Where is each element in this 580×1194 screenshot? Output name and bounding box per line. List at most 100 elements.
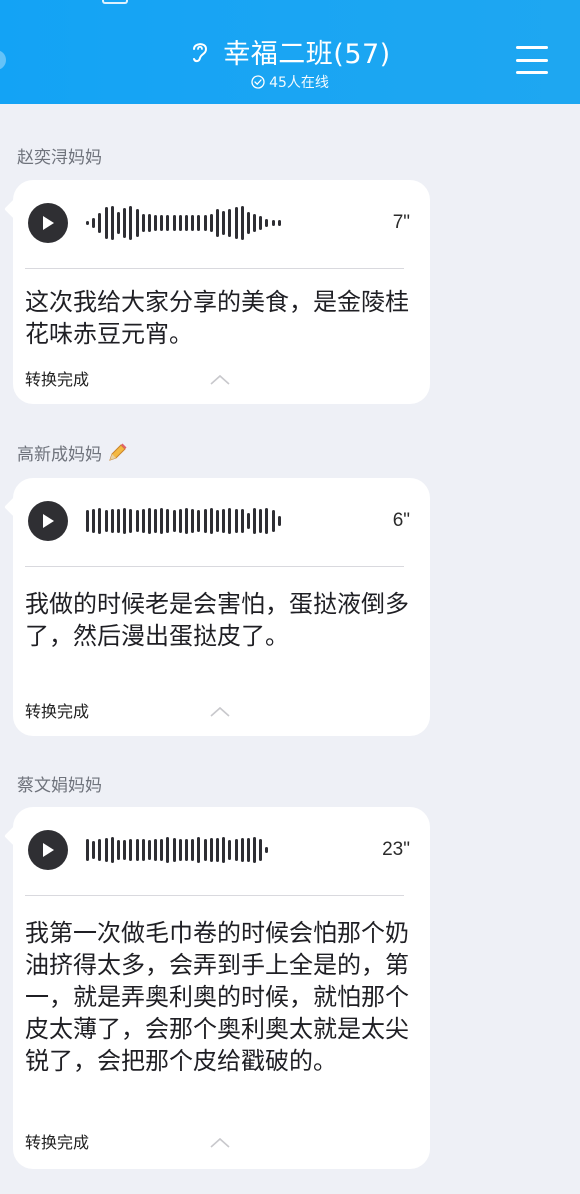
waveform-bar <box>98 839 102 861</box>
waveform-bar <box>116 509 120 533</box>
voice-player[interactable]: 7" <box>28 202 410 244</box>
waveform-bar <box>98 508 102 534</box>
waveform-bar <box>209 508 213 534</box>
waveform-bar <box>110 206 114 240</box>
waveform-bar <box>277 220 281 226</box>
waveform-bar <box>228 508 232 534</box>
waveform-bar <box>185 508 188 534</box>
waveform-bar <box>277 516 281 526</box>
waveform-bar <box>222 509 226 533</box>
waveform-bar <box>86 221 89 225</box>
online-status: 45人在线 <box>0 72 580 92</box>
waveform-bar <box>259 509 263 533</box>
waveform-bar <box>110 837 114 863</box>
waveform-bar <box>172 215 176 231</box>
chevron-up-icon[interactable] <box>209 372 231 386</box>
waveform-bar <box>265 508 269 534</box>
chevron-up-icon[interactable] <box>209 1135 231 1149</box>
waveform-bar <box>166 837 170 863</box>
divider <box>25 268 404 269</box>
play-button[interactable] <box>28 203 68 243</box>
waveform-bar <box>178 839 182 861</box>
voice-player[interactable]: 6" <box>28 500 410 542</box>
group-title[interactable]: 幸福二班(57) <box>223 32 390 71</box>
waveform-bar <box>253 508 257 534</box>
ear-icon[interactable] <box>189 39 211 65</box>
play-button[interactable] <box>28 830 68 870</box>
waveform-bar <box>222 211 226 235</box>
waveform-bar <box>123 508 127 534</box>
voice-message[interactable]: 7" 这次我给大家分享的美食，是金陵桂花味赤豆元宵。 转换完成 <box>13 180 430 404</box>
waveform-bar <box>203 839 207 861</box>
waveform-bar <box>160 215 164 231</box>
waveform-bar <box>92 841 96 859</box>
chat-header: 幸福二班(57) 45人在线 <box>0 0 580 104</box>
waveform-bar <box>234 839 238 861</box>
online-count: 45人在线 <box>269 75 329 91</box>
waveform-bar <box>123 208 127 238</box>
waveform-bar <box>234 509 238 533</box>
waveform-bar <box>259 839 263 861</box>
waveform-bar <box>172 510 176 532</box>
chevron-up-icon[interactable] <box>209 704 231 718</box>
play-icon <box>43 216 54 230</box>
waveform-bar <box>228 840 232 860</box>
voice-duration: 7" <box>392 212 410 233</box>
waveform-bar <box>203 215 207 231</box>
waveform-bar <box>166 215 170 231</box>
waveform-bar <box>185 839 188 861</box>
waveform-bar <box>141 509 145 533</box>
pen-icon <box>109 443 127 461</box>
waveform-bar <box>178 215 182 231</box>
waveform-bar <box>147 508 151 534</box>
play-icon <box>43 843 54 857</box>
waveform-bar <box>135 839 139 861</box>
waveform <box>86 501 281 541</box>
waveform-bar <box>240 838 244 862</box>
waveform-bar <box>271 220 275 226</box>
waveform-bar <box>185 215 188 231</box>
waveform-bar <box>147 840 151 860</box>
waveform-bar <box>104 510 108 532</box>
waveform-bar <box>166 509 170 533</box>
voice-message[interactable]: 6" 我做的时候老是会害怕，蛋挞液倒多了，然后漫出蛋挞皮了。 转换完成 <box>13 478 430 736</box>
voice-message[interactable]: 23" 我第一次做毛巾卷的时候会怕那个奶油挤得太多，会弄到手上全是的，第一，就是… <box>13 807 430 1169</box>
title-row: 幸福二班(57) <box>0 32 580 71</box>
waveform-bar <box>141 214 145 232</box>
waveform-bar <box>191 215 195 231</box>
waveform-bar <box>253 837 257 863</box>
waveform-bar <box>86 510 89 532</box>
waveform-bar <box>178 509 182 533</box>
waveform-bar <box>104 838 108 862</box>
waveform-bar <box>253 214 257 232</box>
waveform-bar <box>209 214 213 232</box>
status-bar-icon <box>102 0 128 4</box>
transcript-text: 这次我给大家分享的美食，是金陵桂花味赤豆元宵。 <box>25 288 409 348</box>
waveform-bar <box>246 838 250 862</box>
play-button[interactable] <box>28 501 68 541</box>
voice-player[interactable]: 23" <box>28 829 410 871</box>
waveform-bar <box>271 510 275 532</box>
waveform-bar <box>197 837 201 863</box>
sender-name: 高新成妈妈 <box>17 440 128 465</box>
waveform <box>86 830 269 870</box>
divider <box>25 895 404 896</box>
conversion-status: 转换完成 <box>25 702 90 721</box>
waveform-bar <box>215 510 219 532</box>
waveform-bar <box>129 509 133 533</box>
waveform-bar <box>116 840 120 860</box>
waveform-bar <box>147 214 151 232</box>
waveform-bar <box>141 839 145 861</box>
check-circle-icon <box>251 75 265 89</box>
waveform-bar <box>86 839 89 861</box>
waveform-bar <box>160 839 164 861</box>
divider <box>25 566 404 567</box>
conversion-status: 转换完成 <box>25 1133 90 1152</box>
waveform-bar <box>154 839 158 861</box>
waveform-bar <box>197 510 201 532</box>
waveform-bar <box>104 207 108 239</box>
waveform-bar <box>191 839 195 861</box>
menu-icon[interactable] <box>516 46 548 74</box>
waveform <box>86 203 281 243</box>
waveform-bar <box>209 838 213 862</box>
